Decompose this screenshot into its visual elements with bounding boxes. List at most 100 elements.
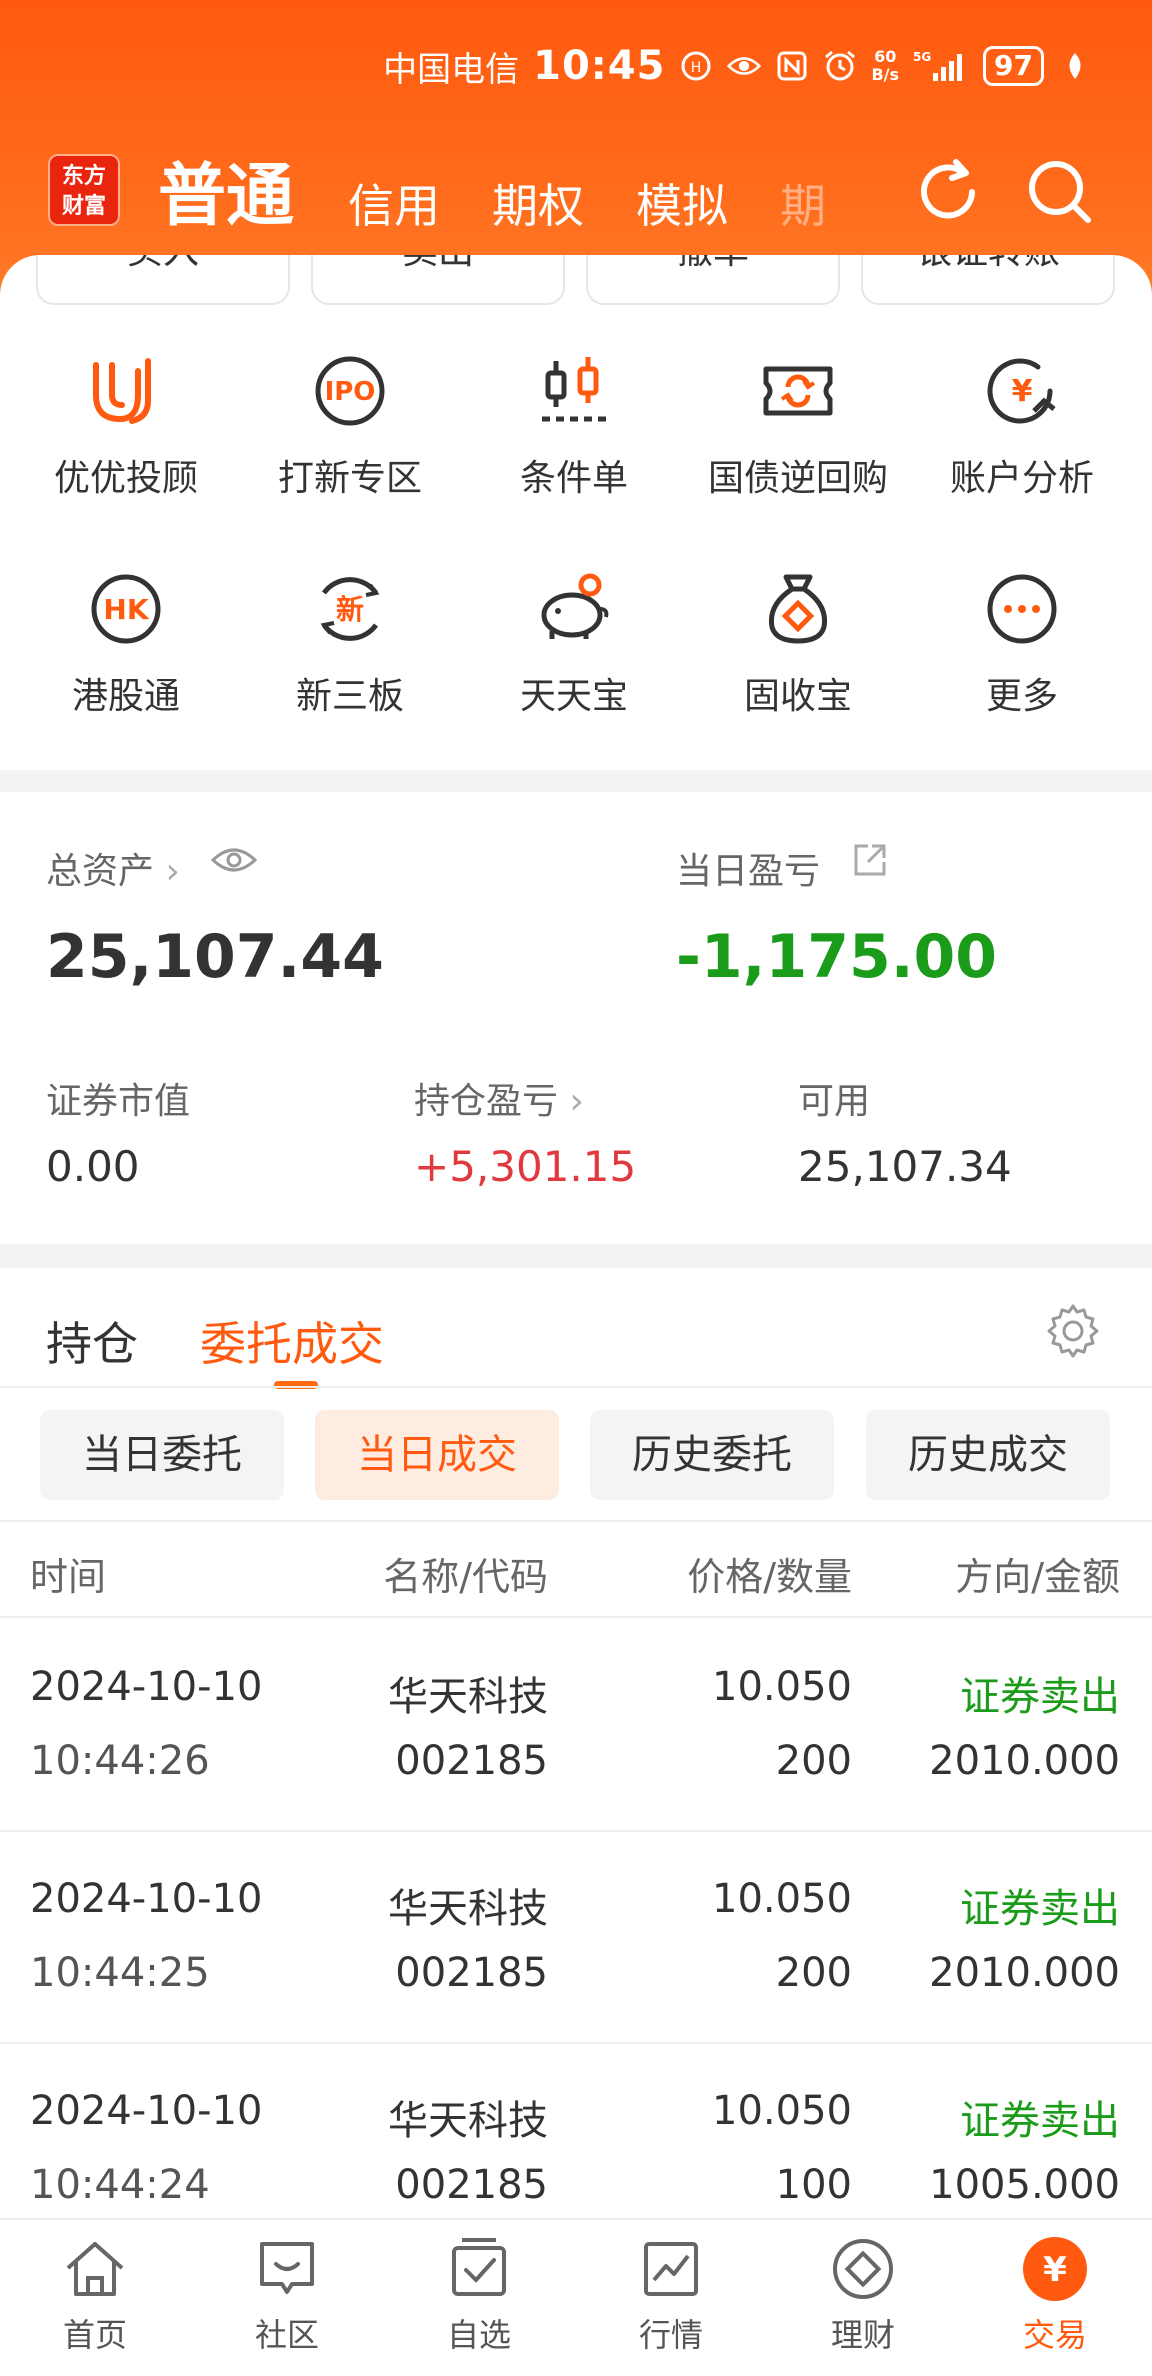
divider	[0, 1386, 1152, 1388]
market-value: 0.00	[46, 1142, 140, 1191]
grid-label: 新三板	[295, 676, 404, 717]
nav-home[interactable]: 首页	[20, 2234, 170, 2356]
grid-item-account-analysis[interactable]: ¥ 账户分析	[910, 351, 1134, 531]
tab-futures[interactable]: 期	[780, 170, 826, 236]
repo-icon	[758, 351, 838, 431]
uu-icon	[86, 351, 166, 431]
trade-time: 10:44:26	[30, 1738, 210, 1784]
stock-code: 002185	[395, 2162, 548, 2208]
filter-history-trades[interactable]: 历史成交	[866, 1410, 1110, 1500]
col-header-direction: 方向/金额	[955, 1555, 1120, 1599]
grid-item-hk-connect[interactable]: HK 港股通	[14, 569, 238, 749]
grid-label: 固收宝	[743, 676, 852, 717]
bank-transfer-button[interactable]: 银证转账	[861, 255, 1115, 305]
tab-simulated[interactable]: 模拟	[636, 170, 728, 236]
carrier-name: 中国电信	[383, 49, 520, 90]
account-type-tabs: 东方财富 普通 信用 期权 模拟 期	[0, 140, 1152, 250]
chevron-right-icon: ›	[165, 851, 180, 892]
net-speed: 60 B/s	[871, 47, 900, 84]
eye-icon[interactable]	[210, 844, 258, 880]
hd-icon: H	[679, 49, 713, 83]
tab-orders-trades[interactable]: 委托成交	[200, 1308, 384, 1374]
divider	[0, 1616, 1152, 1618]
tab-normal[interactable]: 普通	[158, 140, 294, 239]
hk-icon: HK	[86, 569, 166, 649]
total-assets-value: 25,107.44	[46, 922, 384, 992]
external-link-icon[interactable]	[850, 840, 890, 884]
piggy-bank-icon	[534, 569, 614, 649]
grid-item-tiantianbao[interactable]: 天天宝	[462, 569, 686, 749]
filter-today-trades[interactable]: 当日成交	[315, 1410, 559, 1500]
available-value: 25,107.34	[798, 1142, 1012, 1191]
trade-direction: 证券卖出	[960, 1674, 1120, 1720]
trade-date: 2024-10-10	[30, 2088, 263, 2134]
eye-icon	[727, 49, 762, 83]
ipo-icon: IPO	[310, 351, 390, 431]
grid-item-neeq[interactable]: 新 新三板	[238, 569, 462, 749]
position-pnl-value: +5,301.15	[414, 1142, 637, 1191]
trade-date: 2024-10-10	[30, 1876, 263, 1922]
trade-direction: 证券卖出	[960, 2098, 1120, 2144]
candlestick-icon	[534, 351, 614, 431]
trade-date: 2024-10-10	[30, 1664, 263, 1710]
nfc-icon	[775, 49, 809, 83]
tab-holdings[interactable]: 持仓	[46, 1308, 138, 1374]
position-pnl-label[interactable]: 持仓盈亏 ›	[414, 1072, 584, 1124]
col-header-time: 时间	[30, 1555, 107, 1599]
tab-options[interactable]: 期权	[492, 170, 584, 236]
finance-diamond-icon	[828, 2234, 898, 2304]
clock: 10:45	[533, 43, 666, 89]
filter-history-orders[interactable]: 历史委托	[590, 1410, 834, 1500]
svg-text:¥: ¥	[1012, 374, 1033, 409]
filter-today-orders[interactable]: 当日委托	[40, 1410, 284, 1500]
trade-price: 10.050	[712, 1664, 852, 1710]
stock-name: 华天科技	[388, 1674, 548, 1720]
grid-item-advisor[interactable]: 优优投顾	[14, 351, 238, 531]
nav-watchlist[interactable]: 自选	[404, 2234, 554, 2356]
grid-item-reverse-repo[interactable]: 国债逆回购	[686, 351, 910, 531]
stock-name: 华天科技	[388, 1886, 548, 1932]
leaf-icon	[1058, 49, 1092, 83]
more-icon	[982, 569, 1062, 649]
svg-text:HK: HK	[103, 593, 149, 626]
watchlist-icon	[444, 2234, 514, 2304]
nav-community[interactable]: 社区	[212, 2234, 362, 2356]
buy-button[interactable]: 买入	[36, 255, 290, 305]
grid-label: 打新专区	[277, 458, 422, 499]
chevron-right-icon: ›	[569, 1081, 584, 1122]
grid-item-more[interactable]: 更多	[910, 569, 1134, 749]
alarm-icon	[823, 49, 857, 83]
grid-label: 优优投顾	[53, 458, 198, 499]
daily-pnl-value: -1,175.00	[676, 922, 997, 992]
market-chart-icon	[636, 2234, 706, 2304]
grid-item-ipo[interactable]: IPO 打新专区	[238, 351, 462, 531]
grid-item-conditional-order[interactable]: 条件单	[462, 351, 686, 531]
trade-amount: 1005.000	[929, 2162, 1120, 2208]
grid-label: 更多	[985, 676, 1058, 717]
home-icon	[60, 2234, 130, 2304]
divider	[0, 1520, 1152, 1522]
stock-name: 华天科技	[388, 2098, 548, 2144]
nav-wealth[interactable]: 理财	[788, 2234, 938, 2356]
status-bar: 中国电信 10:45 H 60 B/s 5G 97	[383, 40, 1092, 92]
tab-credit[interactable]: 信用	[348, 170, 440, 236]
nav-market[interactable]: 行情	[596, 2234, 746, 2356]
trade-quantity: 200	[775, 1950, 852, 1996]
grid-item-fixed-income[interactable]: 固收宝	[686, 569, 910, 749]
refresh-icon[interactable]	[910, 154, 986, 230]
svg-text:H: H	[691, 60, 702, 76]
sell-button[interactable]: 卖出	[311, 255, 565, 305]
trade-quantity: 100	[775, 2162, 852, 2208]
function-panel: 买入 卖出 撤单 银证转账 优优投顾 IPO 打新专区 条件单 国债逆回购 ¥ …	[0, 255, 1152, 770]
total-assets-label[interactable]: 总资产 ›	[46, 842, 180, 894]
cancel-order-button[interactable]: 撤单	[586, 255, 840, 305]
trade-quantity: 200	[775, 1738, 852, 1784]
grid-label: 国债逆回购	[707, 458, 888, 499]
settings-icon[interactable]	[1044, 1302, 1102, 1364]
col-header-price: 价格/数量	[687, 1555, 852, 1599]
yuan-analysis-icon: ¥	[982, 351, 1062, 431]
search-icon[interactable]	[1022, 154, 1098, 230]
stock-code: 002185	[395, 1738, 548, 1784]
nav-trade[interactable]: ¥ 交易	[980, 2234, 1130, 2356]
svg-text:新: 新	[336, 593, 364, 626]
